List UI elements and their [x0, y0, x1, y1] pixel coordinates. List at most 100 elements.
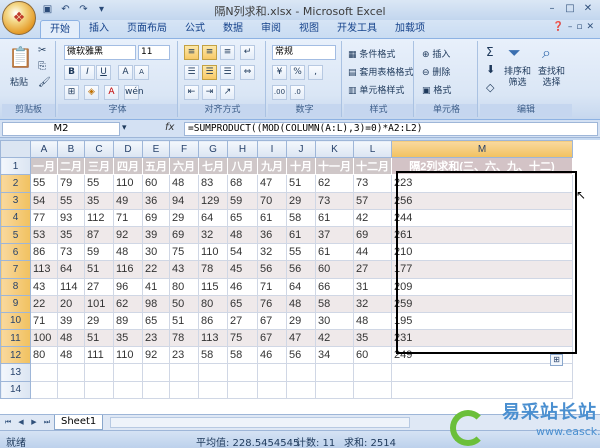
data-cell[interactable]: 50: [169, 294, 199, 313]
border-button[interactable]: ⊞: [64, 85, 79, 100]
data-cell[interactable]: 59: [84, 243, 114, 262]
data-cell[interactable]: 64: [57, 260, 85, 279]
formula-input[interactable]: =SUMPRODUCT((MOD(COLUMN(A:L),3)=0)*A2:L2…: [184, 122, 598, 136]
data-cell[interactable]: 86: [30, 243, 58, 262]
header-cell[interactable]: 二月: [57, 157, 85, 176]
row-header[interactable]: 13: [0, 363, 31, 382]
data-cell[interactable]: 48: [286, 294, 316, 313]
result-cell[interactable]: 231: [391, 329, 573, 348]
bold-button[interactable]: B: [64, 65, 79, 80]
data-cell[interactable]: 32: [198, 225, 228, 245]
data-cell[interactable]: 29: [286, 191, 316, 210]
horizontal-scrollbar[interactable]: [110, 417, 410, 428]
data-cell[interactable]: 55: [57, 191, 85, 210]
empty-cell[interactable]: [227, 380, 258, 399]
result-cell[interactable]: 195: [391, 311, 573, 331]
data-cell[interactable]: 110: [198, 243, 228, 262]
data-cell[interactable]: 69: [353, 225, 392, 245]
phonetic-button[interactable]: wén: [124, 85, 144, 100]
column-header-i[interactable]: I: [257, 140, 287, 159]
result-cell[interactable]: 259: [391, 294, 573, 313]
row-header[interactable]: 8: [0, 277, 31, 296]
data-cell[interactable]: 27: [353, 260, 392, 279]
data-cell[interactable]: 34: [315, 346, 354, 365]
data-cell[interactable]: 80: [30, 346, 58, 365]
data-cell[interactable]: 73: [353, 174, 392, 193]
data-cell[interactable]: 35: [57, 225, 85, 245]
column-header-g[interactable]: G: [198, 140, 228, 159]
data-cell[interactable]: 69: [142, 208, 170, 227]
empty-cell[interactable]: [315, 363, 354, 382]
data-cell[interactable]: 60: [315, 260, 354, 279]
autosum-icon[interactable]: Σ: [486, 45, 494, 59]
sort-filter-icon[interactable]: ⏷: [508, 43, 521, 63]
data-cell[interactable]: 113: [198, 329, 228, 348]
increase-decimal-button[interactable]: .00: [272, 85, 287, 100]
row-header[interactable]: 1: [0, 157, 31, 176]
data-cell[interactable]: 58: [198, 346, 228, 365]
header-cell[interactable]: 四月: [113, 157, 143, 176]
data-cell[interactable]: 27: [227, 311, 258, 331]
header-cell[interactable]: 九月: [257, 157, 287, 176]
office-button[interactable]: ❖: [2, 1, 36, 35]
data-cell[interactable]: 48: [169, 174, 199, 193]
header-cell[interactable]: 十二月: [353, 157, 392, 176]
data-cell[interactable]: 129: [198, 191, 228, 210]
data-cell[interactable]: 60: [142, 174, 170, 193]
data-cell[interactable]: 29: [169, 208, 199, 227]
data-cell[interactable]: 83: [198, 174, 228, 193]
data-cell[interactable]: 86: [198, 311, 228, 331]
tab-view[interactable]: 视图: [290, 20, 328, 38]
data-cell[interactable]: 42: [315, 329, 354, 348]
column-header-b[interactable]: B: [57, 140, 85, 159]
data-cell[interactable]: 61: [257, 208, 287, 227]
data-cell[interactable]: 96: [113, 277, 143, 296]
font-size-input[interactable]: 11: [138, 45, 170, 60]
row-header[interactable]: 3: [0, 191, 31, 210]
data-cell[interactable]: 48: [57, 346, 85, 365]
tab-addins[interactable]: 加载项: [386, 20, 434, 38]
data-cell[interactable]: 48: [227, 225, 258, 245]
align-center-button[interactable]: ☰: [202, 65, 217, 80]
column-header-h[interactable]: H: [227, 140, 258, 159]
empty-cell[interactable]: [257, 363, 287, 382]
data-cell[interactable]: 54: [227, 243, 258, 262]
data-cell[interactable]: 98: [142, 294, 170, 313]
data-cell[interactable]: 45: [227, 260, 258, 279]
data-cell[interactable]: 32: [257, 243, 287, 262]
data-cell[interactable]: 89: [113, 311, 143, 331]
currency-button[interactable]: ¥: [272, 65, 287, 80]
data-cell[interactable]: 60: [353, 346, 392, 365]
data-cell[interactable]: 58: [286, 208, 316, 227]
data-cell[interactable]: 58: [227, 346, 258, 365]
data-cell[interactable]: 92: [142, 346, 170, 365]
data-cell[interactable]: 20: [57, 294, 85, 313]
fill-icon[interactable]: ⬇: [486, 63, 495, 76]
column-header-d[interactable]: D: [113, 140, 143, 159]
row-header[interactable]: 6: [0, 243, 31, 262]
data-cell[interactable]: 78: [198, 260, 228, 279]
column-header-c[interactable]: C: [84, 140, 114, 159]
empty-cell[interactable]: [286, 363, 316, 382]
data-cell[interactable]: 92: [113, 225, 143, 245]
sort-filter-button[interactable]: 排序和 筛选: [504, 67, 531, 89]
empty-cell[interactable]: [315, 380, 354, 399]
data-cell[interactable]: 46: [227, 277, 258, 296]
data-cell[interactable]: 112: [84, 208, 114, 227]
increase-indent-button[interactable]: ⇥: [202, 85, 217, 100]
data-cell[interactable]: 65: [227, 294, 258, 313]
empty-cell[interactable]: [113, 363, 143, 382]
data-cell[interactable]: 53: [30, 225, 58, 245]
header-cell[interactable]: 一月: [30, 157, 58, 176]
shrink-font-button[interactable]: A: [134, 65, 149, 80]
column-header-m[interactable]: M: [391, 140, 573, 159]
row-header[interactable]: 9: [0, 294, 31, 313]
comma-button[interactable]: ,: [308, 65, 323, 80]
column-header-a[interactable]: A: [30, 140, 58, 159]
paste-icon[interactable]: 📋: [8, 45, 33, 69]
data-cell[interactable]: 62: [315, 174, 354, 193]
empty-cell[interactable]: [198, 380, 228, 399]
column-header-j[interactable]: J: [286, 140, 316, 159]
empty-cell[interactable]: [57, 380, 85, 399]
ribbon-close-icon[interactable]: ✕: [586, 22, 594, 32]
